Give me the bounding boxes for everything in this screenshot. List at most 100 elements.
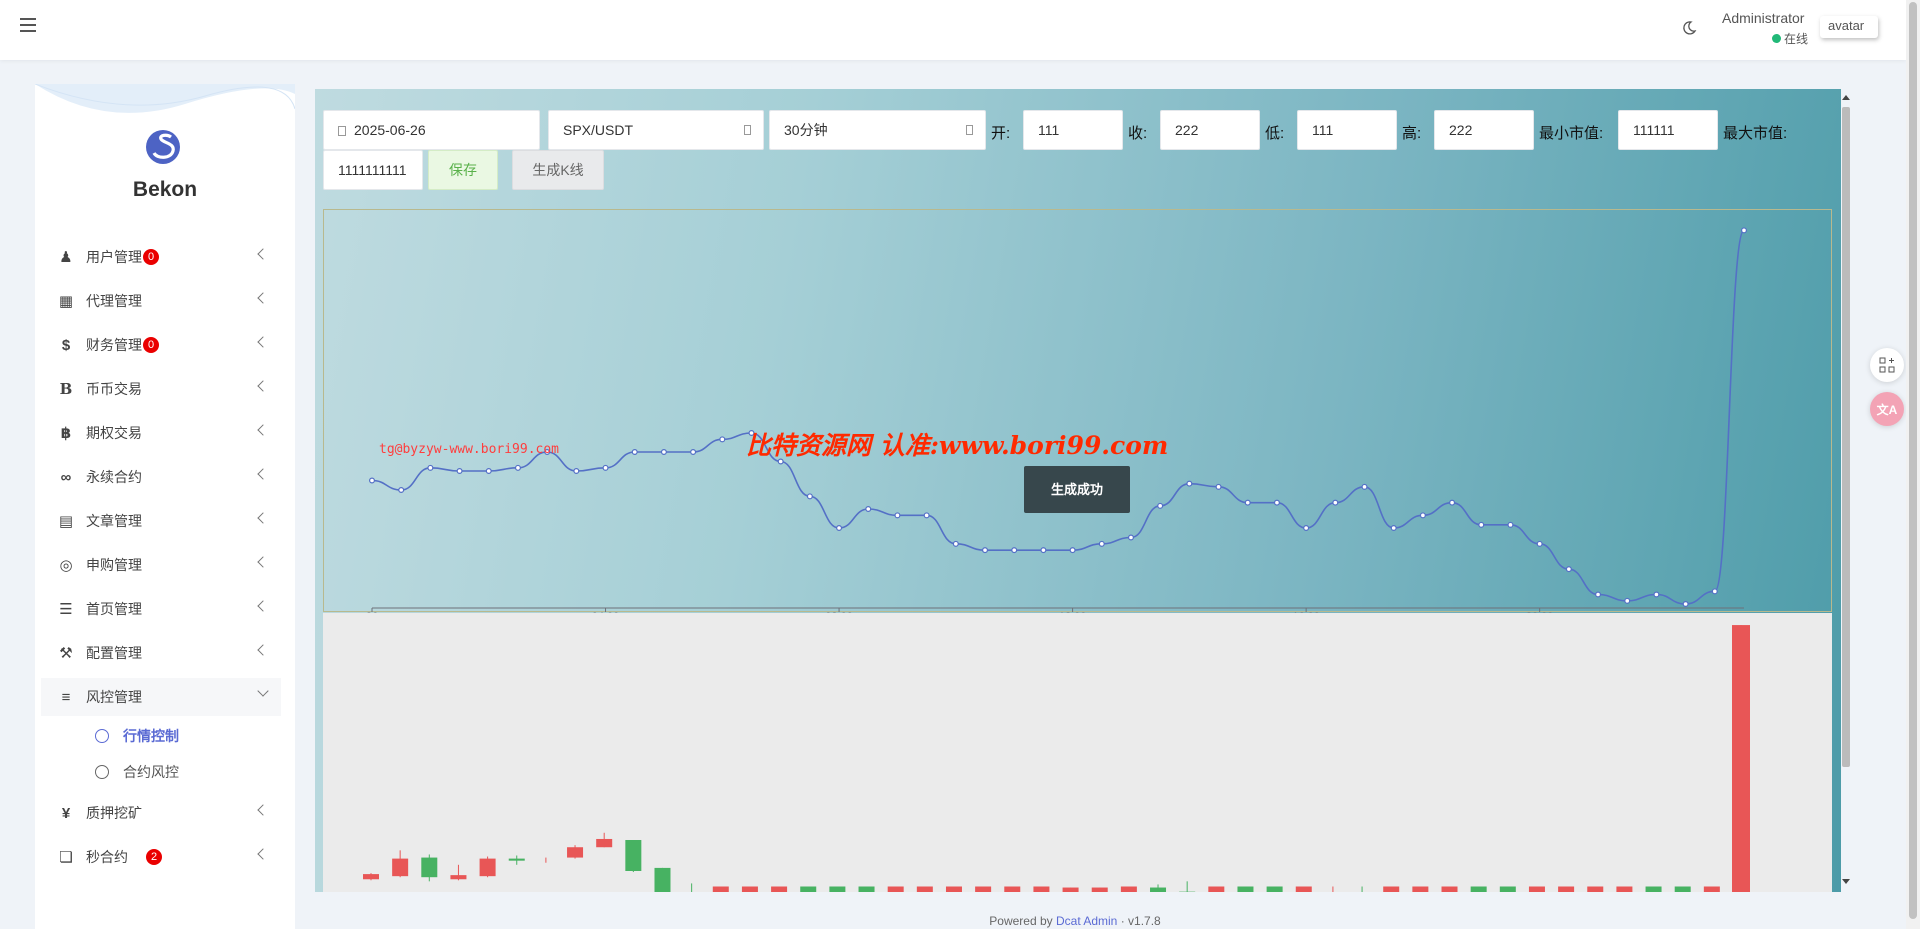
candle-body [1295,886,1312,892]
close-label: 收: [1128,125,1148,142]
select-arrow-icon [966,125,973,135]
sidebar-item-label: 秒合约 [86,849,128,865]
user-group-icon: ♟ [59,249,73,266]
sidebar-item-spot-trading[interactable]: B 币币交易 [41,370,281,408]
sidebar-item-risk-management[interactable]: ≡ 风控管理 [41,678,281,716]
interval-select[interactable]: 30分钟 [769,110,986,150]
sidebar-item-label: 首页管理 [86,601,142,617]
online-dot-icon [1772,34,1781,43]
data-point [660,449,667,456]
panel-scrollbar[interactable] [1839,89,1853,892]
sidebar-item-finance-management[interactable]: $ 财务管理 0 [41,326,281,364]
candle-body [1441,886,1458,892]
admin-name[interactable]: Administrator [1722,10,1804,26]
dcat-admin-link[interactable]: Dcat Admin [1056,914,1117,928]
sidebar-item-subscription-management[interactable]: ◎ 申购管理 [41,546,281,584]
select-arrow-icon [744,125,751,135]
chevron-left-icon [257,336,269,348]
high-input[interactable]: 222 [1434,110,1534,150]
candle-body [596,838,613,848]
sidebar-item-article-management[interactable]: ▤ 文章管理 [41,502,281,540]
footer-separator: · [1120,914,1125,928]
menu-toggle-icon[interactable] [20,18,36,34]
scroll-down-arrow-icon[interactable] [1842,879,1850,884]
bitcoin-b-icon: B [59,380,73,398]
dark-mode-moon-icon[interactable] [1681,20,1697,36]
data-point [1682,601,1689,608]
candle-body [1208,886,1225,892]
data-point [368,477,375,484]
chevron-left-icon [257,848,269,860]
scroll-up-arrow-icon[interactable] [1842,95,1850,100]
open-input[interactable]: 111 [1023,110,1123,150]
count-badge: 0 [143,337,159,353]
generate-kline-button[interactable]: 生成K线 [512,150,604,190]
candle-body [654,867,671,892]
open-label: 开: [991,125,1011,142]
data-point [1740,227,1747,234]
copy-icon: ❏ [59,849,73,866]
sidebar-item-options-trading[interactable]: ฿ 期权交易 [41,414,281,452]
footer: Powered by Dcat Admin · v1.7.8 [0,914,1920,928]
sidebar-item-label: 申购管理 [86,557,142,573]
translate-icon[interactable]: 文A [1870,392,1904,426]
bars-icon: ☰ [59,601,73,618]
scrollbar-thumb[interactable] [1909,2,1917,919]
sidebar-subitem-market-control[interactable]: 行情控制 [95,721,179,751]
sidebar-item-homepage-management[interactable]: ☰ 首页管理 [41,590,281,628]
bekon-logo-icon [146,130,180,164]
sidebar-item-config-management[interactable]: ⚒ 配置管理 [41,634,281,672]
low-input[interactable]: 111 [1297,110,1397,150]
min-cap-label: 最小市值: [1539,125,1604,142]
candle-body [1645,886,1662,892]
candle-body [1150,887,1167,892]
scrollbar-thumb[interactable] [1842,107,1850,767]
calendar-icon [338,126,346,136]
data-point [1040,547,1047,554]
save-button[interactable]: 保存 [428,150,498,190]
data-point [573,468,580,475]
data-point [1157,502,1164,509]
sidebar-item-perpetual-contract[interactable]: ∞ 永续合约 [41,458,281,496]
indent-icon: ≡ [61,688,71,706]
sidebar-item-label: 永续合约 [86,469,142,485]
price-line-chart[interactable]: 2604:0008:0012:0016:0020:00 [323,209,1832,623]
sidebar-item-second-contract[interactable]: ❏ 秒合约 2 [41,838,281,876]
symbol-select[interactable]: SPX/USDT [548,110,764,150]
date-value: 2025-06-26 [354,122,426,138]
sidebar-item-agent-management[interactable]: ▦ 代理管理 [41,282,281,320]
data-point [1215,483,1222,490]
bitcoin-icon: ฿ [60,425,72,442]
chevron-left-icon [257,424,269,436]
candle-body [712,886,729,892]
qr-grid-icon[interactable] [1870,348,1904,382]
data-point [894,512,901,519]
candle-body [916,886,933,892]
avatar[interactable]: avatar [1820,16,1878,38]
chevron-left-icon [257,292,269,304]
sidebar-item-user-management[interactable]: ♟ 用户管理 0 [41,238,281,276]
close-input[interactable]: 222 [1160,110,1260,150]
sidebar-subitem-label: 行情控制 [123,728,179,744]
candle-body [1412,886,1429,892]
min-cap-input[interactable]: 111111 [1618,110,1718,150]
chevron-left-icon [257,600,269,612]
max-cap-input[interactable]: 1111111111 [323,150,423,190]
candle-body [741,886,758,892]
brand-name: Bekon [132,178,198,201]
data-point [1536,540,1543,547]
candle-body [1033,886,1050,892]
data-point [602,464,609,471]
candle-body [771,886,788,892]
data-point [1595,591,1602,598]
candle-body [1237,886,1254,892]
candlestick-chart[interactable] [323,613,1832,892]
sidebar-subitem-contract-risk[interactable]: 合约风控 [95,757,179,787]
candle-body [1470,886,1487,892]
date-input[interactable]: 2025-06-26 [323,110,540,150]
low-label: 低: [1265,125,1285,142]
newspaper-icon: ▤ [58,513,74,530]
sidebar-item-staking-mining[interactable]: ¥ 质押挖矿 [41,794,281,832]
data-point [719,436,726,443]
page-scrollbar[interactable] [1906,0,1920,929]
